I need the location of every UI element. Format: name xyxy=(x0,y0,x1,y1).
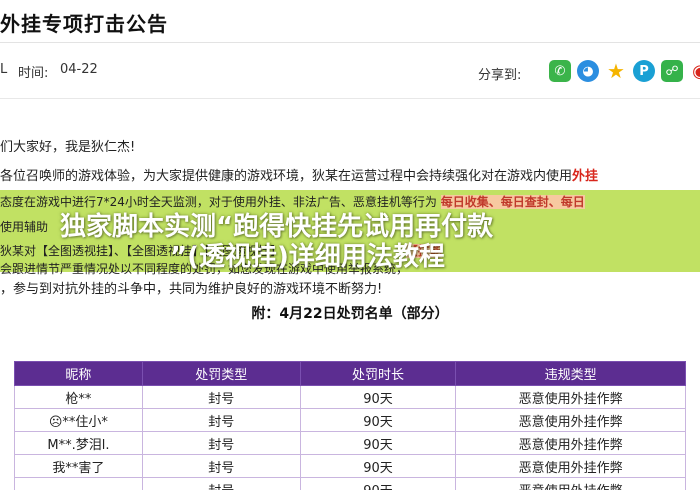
promo-banner[interactable]: 态度在游戏中进行7*24小时全天监测，对于使用外挂、非法广告、恶意挂机等行为 每… xyxy=(0,190,700,276)
table-row: 我**害了 封号 90天 恶意使用外挂作弊 xyxy=(14,454,686,478)
cell-violation: 恶意使用外挂作弊 xyxy=(455,408,686,432)
title-divider xyxy=(0,42,700,43)
meta-dot: L xyxy=(0,62,8,77)
fight-paragraph: ，参与到对抗外挂的斗争中，共同为维护良好的游戏环境不断努力! xyxy=(0,282,383,297)
time-label: 时间: xyxy=(18,66,49,81)
banner-title-line-2[interactable]: ”(透视挂)详细用法教程 xyxy=(0,236,700,273)
table-row: ☹**住小* 封号 90天 恶意使用外挂作弊 xyxy=(14,408,686,432)
star-icon[interactable]: ★ xyxy=(605,59,627,83)
cell-nickname: 我**害了 xyxy=(14,454,143,478)
intro-paragraph: 各位召唤师的游戏体验，为大家提供健康的游戏环境，狄某在运营过程中会持续强化对在游… xyxy=(0,165,598,184)
cell-duration: 90天 xyxy=(299,385,457,409)
header-penalty-duration: 处罚时长 xyxy=(299,361,457,386)
cell-nickname: M**.梦泪l. xyxy=(14,431,143,455)
meta-row: L 时间: 04-22 分享到: ✆ ◕ ★ P ☍ ◉ xyxy=(0,59,700,84)
table-row: 封号 90天 恶意使用外挂作弊 xyxy=(14,477,686,490)
greeting-paragraph: 们大家好，我是狄仁杰! xyxy=(0,140,136,155)
share-label: 分享到: xyxy=(478,68,522,83)
cell-nickname: ☹**住小* xyxy=(14,408,143,432)
cell-penalty-type: 封号 xyxy=(141,385,301,409)
penalty-table: 昵称 处罚类型 处罚时长 违规类型 枪** 封号 90天 恶意使用外挂作弊 ☹*… xyxy=(14,361,686,490)
weibo-icon[interactable]: ◉ xyxy=(689,60,700,82)
cell-violation: 恶意使用外挂作弊 xyxy=(455,454,686,478)
cell-duration: 90天 xyxy=(299,477,457,490)
cell-violation: 恶意使用外挂作弊 xyxy=(455,431,686,455)
table-header-row: 昵称 处罚类型 处罚时长 违规类型 xyxy=(14,361,686,386)
cell-violation: 恶意使用外挂作弊 xyxy=(455,385,686,409)
qq-icon[interactable]: ◕ xyxy=(577,60,599,82)
wechat-icon[interactable]: ✆ xyxy=(549,60,571,82)
intro-highlight: 外挂 xyxy=(572,169,599,184)
cell-nickname xyxy=(14,477,143,490)
time-value: 04-22 xyxy=(60,62,98,77)
table-row: M**.梦泪l. 封号 90天 恶意使用外挂作弊 xyxy=(14,431,686,455)
header-nickname: 昵称 xyxy=(14,361,143,386)
cell-penalty-type: 封号 xyxy=(141,454,301,478)
cell-duration: 90天 xyxy=(299,454,457,478)
table-row: 枪** 封号 90天 恶意使用外挂作弊 xyxy=(14,385,686,409)
list-title: 附：4月22日处罚名单（部分） xyxy=(251,306,449,322)
cell-penalty-type: 封号 xyxy=(141,408,301,432)
meta-divider xyxy=(0,98,700,99)
cell-violation: 恶意使用外挂作弊 xyxy=(455,477,686,490)
header-violation-type: 违规类型 xyxy=(455,361,686,386)
intro-text: 各位召唤师的游戏体验，为大家提供健康的游戏环境，狄某在运营过程中会持续强化对在游… xyxy=(0,169,573,184)
cell-duration: 90天 xyxy=(299,408,457,432)
pinterest-icon[interactable]: P xyxy=(633,60,655,82)
header-penalty-type: 处罚类型 xyxy=(141,361,301,386)
cell-penalty-type: 封号 xyxy=(141,477,301,490)
page-title: 外挂专项打击公告 xyxy=(0,12,168,36)
cell-penalty-type: 封号 xyxy=(141,431,301,455)
cell-duration: 90天 xyxy=(299,431,457,455)
cell-nickname: 枪** xyxy=(14,385,143,409)
share-icons: ✆ ◕ ★ P ☍ ◉ xyxy=(549,59,700,83)
link-icon[interactable]: ☍ xyxy=(661,60,683,82)
